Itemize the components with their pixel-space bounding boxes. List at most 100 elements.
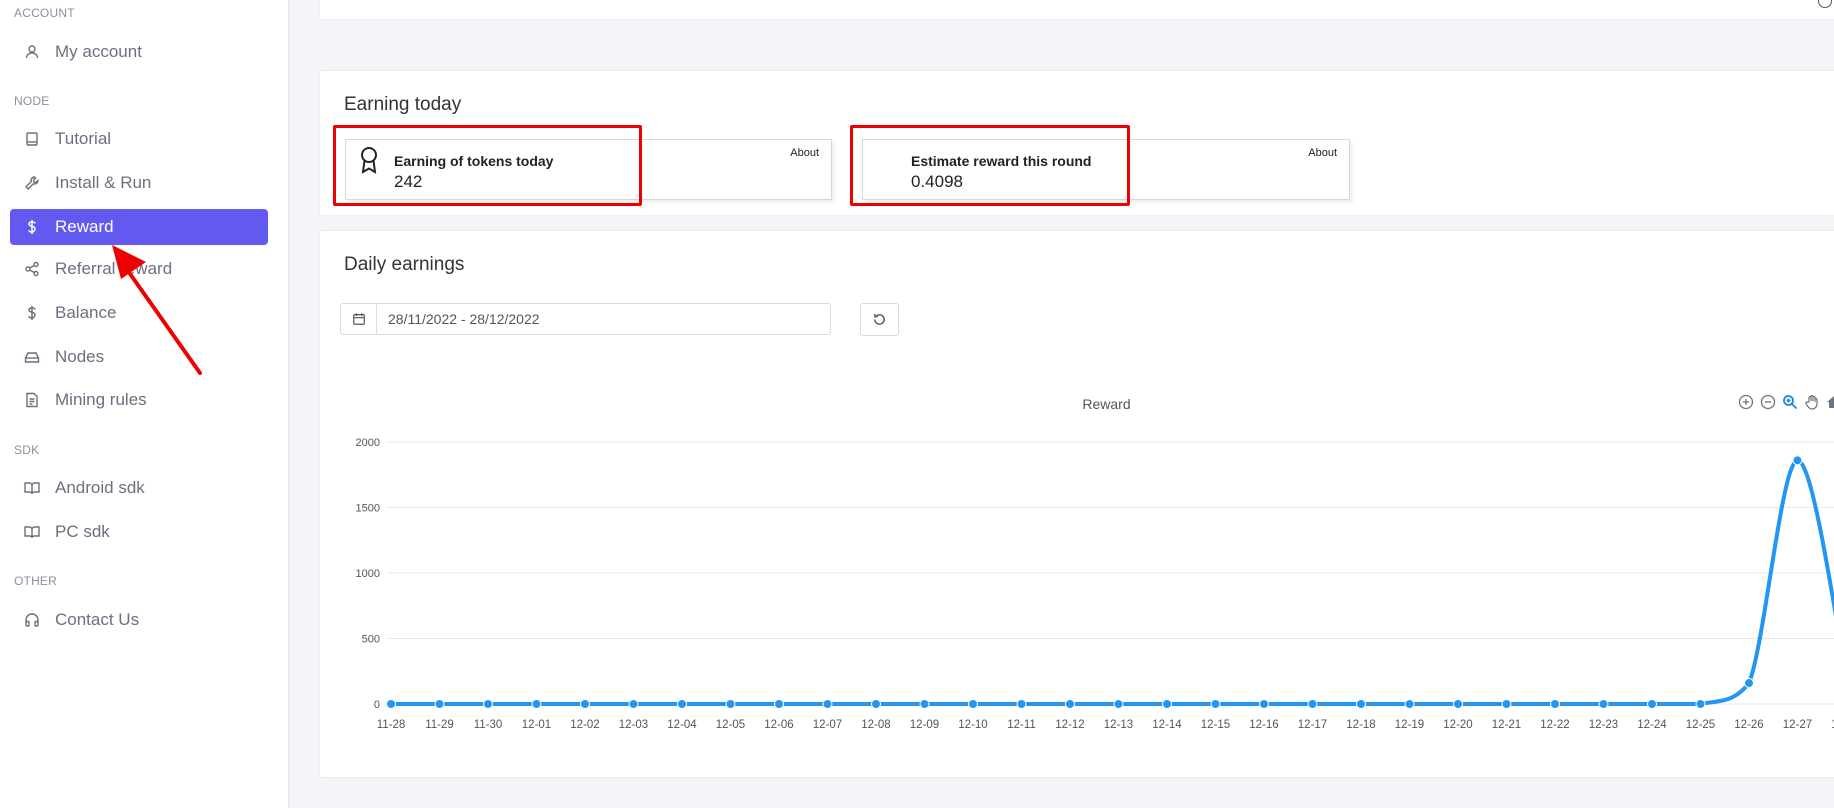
sidebar: ACCOUNT My account NODE Tutorial Install…	[0, 0, 289, 808]
x-tick-label: 12-13	[1104, 719, 1133, 731]
top-card	[319, 0, 1834, 20]
book-icon	[24, 131, 40, 147]
section-label-node: NODE	[14, 94, 50, 108]
tokens-about-link[interactable]: About	[790, 147, 819, 159]
sidebar-item-tutorial[interactable]: Tutorial	[10, 121, 268, 157]
sidebar-item-label: Contact Us	[55, 610, 140, 629]
wrench-icon	[24, 175, 40, 191]
data-point	[1016, 699, 1027, 709]
data-point	[1598, 699, 1609, 709]
series-points	[386, 455, 1803, 709]
sidebar-item-label: Tutorial	[55, 129, 112, 148]
x-tick-label: 12-21	[1492, 719, 1521, 731]
sidebar-item-nodes[interactable]: Nodes	[10, 339, 268, 375]
x-tick-label: 11-29	[425, 719, 454, 731]
data-point	[822, 699, 833, 709]
calendar-icon	[341, 304, 377, 334]
data-point	[580, 699, 590, 709]
data-point	[1501, 699, 1512, 709]
data-point	[871, 699, 881, 709]
highlight-box-estimate	[850, 125, 1130, 206]
sidebar-item-label: Android sdk	[55, 478, 145, 497]
x-tick-label: 12-02	[570, 719, 599, 731]
sidebar-item-referral-reward[interactable]: Referral reward	[10, 251, 268, 287]
sidebar-item-label: Referral reward	[55, 259, 173, 278]
sidebar-item-label: Reward	[55, 217, 114, 236]
dollar-icon	[24, 219, 40, 235]
x-tick-label: 12-19	[1395, 719, 1424, 731]
x-tick-label: 12-24	[1637, 719, 1667, 731]
data-point	[1792, 455, 1803, 466]
x-tick-label: 12-23	[1589, 719, 1618, 731]
data-point	[1210, 699, 1221, 709]
y-tick-label: 1500	[356, 503, 380, 515]
sidebar-item-label: Install & Run	[55, 173, 152, 192]
sidebar-item-mining-rules[interactable]: Mining rules	[10, 382, 268, 418]
x-tick-label: 12-09	[910, 719, 939, 731]
sidebar-item-pc-sdk[interactable]: PC sdk	[10, 514, 268, 550]
estimate-about-link[interactable]: About	[1308, 147, 1337, 159]
data-point	[1404, 699, 1415, 709]
data-point	[628, 699, 639, 709]
x-tick-label: 12-03	[619, 719, 648, 731]
sidebar-item-contact-us[interactable]: Contact Us	[10, 602, 268, 638]
data-point	[919, 699, 930, 709]
x-tick-label: 12-04	[667, 719, 697, 731]
open-book-icon	[24, 480, 40, 496]
data-point	[1259, 699, 1269, 709]
date-range-value: 28/11/2022 - 28/12/2022	[388, 311, 540, 327]
x-tick-label: 12-07	[813, 719, 842, 731]
section-label-account: ACCOUNT	[14, 6, 75, 20]
section-label-sdk: SDK	[14, 443, 40, 457]
y-tick-label: 0	[374, 699, 380, 711]
daily-earnings-title: Daily earnings	[344, 254, 465, 275]
headphones-icon	[24, 612, 40, 628]
sidebar-item-balance[interactable]: Balance	[10, 295, 268, 331]
sidebar-item-label: Nodes	[55, 347, 105, 366]
series-line	[389, 458, 1834, 706]
x-tick-label: 12-16	[1249, 719, 1278, 731]
refresh-icon	[872, 312, 887, 327]
data-point	[1695, 699, 1706, 709]
x-tick-label: 12-14	[1152, 719, 1182, 731]
x-tick-label: 12-08	[861, 719, 890, 731]
x-tick-label: 12-01	[522, 719, 551, 731]
data-point	[1065, 699, 1075, 709]
y-tick-label: 1000	[356, 568, 380, 580]
x-tick-label: 12-15	[1201, 719, 1230, 731]
x-tick-label: 12-17	[1298, 719, 1327, 731]
data-point	[1113, 699, 1124, 709]
sidebar-item-my-account[interactable]: My account	[10, 34, 268, 70]
dollar-icon	[24, 305, 40, 321]
sidebar-item-install-run[interactable]: Install & Run	[10, 165, 268, 201]
hard-drive-icon	[24, 349, 40, 365]
file-text-icon	[24, 392, 40, 408]
data-point	[968, 699, 978, 709]
data-point	[1744, 678, 1754, 689]
x-tick-label: 12-05	[716, 719, 745, 731]
x-tick-label: 12-12	[1055, 719, 1084, 731]
x-tick-label: 11-30	[474, 719, 503, 731]
data-point	[1550, 699, 1560, 709]
sidebar-item-label: My account	[55, 42, 142, 61]
data-point	[774, 699, 784, 709]
sidebar-item-reward[interactable]: Reward	[10, 209, 268, 245]
reset-button[interactable]	[860, 303, 899, 336]
data-point	[677, 699, 687, 709]
x-tick-label: 12-10	[958, 719, 987, 731]
sidebar-item-android-sdk[interactable]: Android sdk	[10, 470, 268, 506]
sidebar-item-label: Balance	[55, 303, 117, 322]
y-tick-label: 2000	[356, 437, 380, 449]
data-point	[1647, 699, 1657, 709]
share-icon	[24, 261, 40, 277]
date-range-picker[interactable]: 28/11/2022 - 28/12/2022	[340, 303, 831, 335]
data-point	[531, 699, 542, 709]
x-axis-labels: 11-28 11-29 11-30 12-01 12-02 12-03 12-04 12-05…	[377, 719, 1834, 731]
data-point	[386, 699, 396, 709]
x-tick-label: 12-25	[1686, 719, 1715, 731]
reward-line-chart: 0 500 1000 1500 2000 11-28 11-29 11-30 12-01 12-…	[356, 437, 1834, 731]
x-tick-label: 12-11	[1007, 719, 1036, 731]
x-tick-label: 12-27	[1783, 719, 1812, 731]
user-icon	[24, 44, 40, 60]
sidebar-item-label: Mining rules	[55, 390, 147, 409]
